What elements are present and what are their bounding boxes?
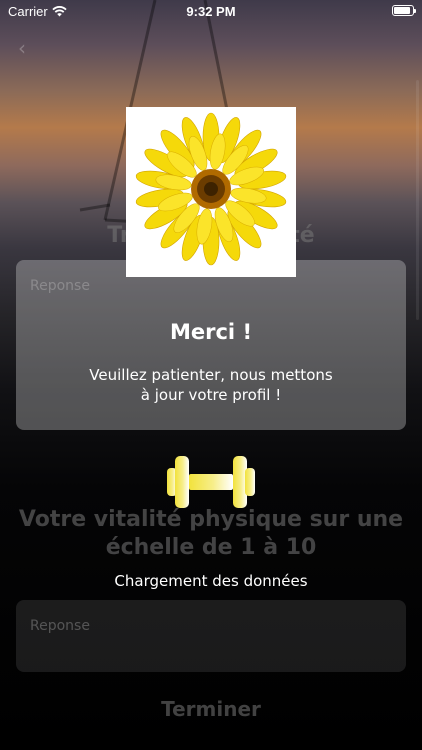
answer-placeholder-vitality: Reponse	[30, 618, 90, 634]
loading-label: Chargement des données	[114, 572, 308, 590]
thank-you-message-line2: à jour votre profil !	[140, 386, 282, 404]
thank-you-message: Veuillez patienter, nous mettons à jour …	[40, 365, 382, 405]
scrollbar	[416, 80, 419, 320]
dumbbell-icon	[167, 456, 255, 508]
question-vitality-line2: échelle de 1 à 10	[105, 535, 317, 560]
app-screen: Carrier 9:32 PM ‹ Trouble de santé Repon…	[0, 0, 422, 750]
finish-button[interactable]: Terminer	[0, 697, 422, 721]
answer-card-vitality[interactable]: Reponse	[16, 600, 406, 672]
status-time: 9:32 PM	[186, 4, 236, 19]
sunflower-illustration	[135, 112, 287, 266]
battery-icon	[392, 5, 416, 16]
back-chevron-icon[interactable]: ‹	[18, 36, 26, 60]
sunflower-image	[126, 107, 296, 277]
thank-you-title: Merci !	[169, 320, 253, 344]
thank-you-message-line1: Veuillez patienter, nous mettons	[89, 366, 333, 384]
status-bar: Carrier 9:32 PM	[0, 0, 422, 22]
